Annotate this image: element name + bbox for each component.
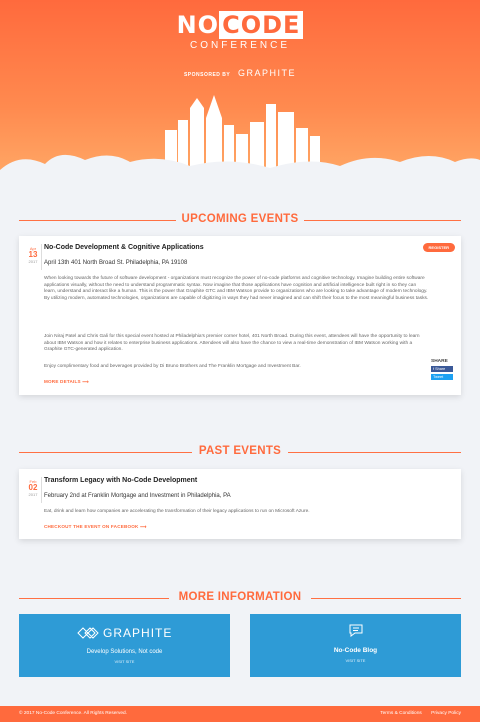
event-description: Eat, drink and learn how companies are a…: [44, 509, 310, 514]
share-widget: SHARE f Share Tweet: [431, 359, 453, 380]
event-location: April 13th 401 North Broad St. Philadelp…: [44, 260, 188, 266]
conference-logo[interactable]: NO CODE CONFERENCE: [0, 11, 480, 51]
blog-info-card[interactable]: No-Code Blog VISIT SITE: [250, 614, 461, 677]
sponsor-line: SPONSORED BY GRAPHITE: [0, 68, 480, 78]
graphite-logo-icon: [76, 627, 99, 639]
event-description: Join Niraj Patel and Chris Gali for this…: [44, 334, 420, 353]
event-date: Apr 13 2017: [28, 246, 38, 264]
event-title[interactable]: Transform Legacy with No-Code Developmen…: [44, 477, 197, 484]
upcoming-event-card: Apr 13 2017 No-Code Development & Cognit…: [19, 236, 461, 395]
copyright: © 2017 No-Code Conference. All Rights Re…: [19, 711, 128, 716]
privacy-link[interactable]: Privacy Policy: [431, 711, 461, 716]
date-divider: [41, 477, 42, 503]
past-event-card: Feb 02 2017 Transform Legacy with No-Cod…: [19, 469, 461, 539]
footer: © 2017 No-Code Conference. All Rights Re…: [0, 706, 480, 722]
event-location: February 2nd at Franklin Mortgage and In…: [44, 493, 231, 499]
hero-banner: NO CODE CONFERENCE SPONSORED BY GRAPHITE: [0, 0, 480, 178]
upcoming-events-heading: UPCOMING EVENTS: [0, 212, 480, 228]
logo-subtitle: CONFERENCE: [189, 40, 290, 51]
visit-site-link[interactable]: VISIT SITE: [250, 658, 461, 663]
city-skyline-illustration: [0, 95, 480, 178]
logo-code: CODE: [219, 11, 304, 39]
more-details-link[interactable]: MORE DETAILS ⟶: [44, 379, 89, 385]
visit-site-link[interactable]: VISIT SITE: [19, 659, 230, 664]
register-button[interactable]: REGISTER: [422, 243, 455, 252]
event-title[interactable]: No-Code Development & Cognitive Applicat…: [44, 244, 204, 251]
graphite-info-card[interactable]: GRAPHITE Develop Solutions, Not code VIS…: [19, 614, 230, 677]
share-label: SHARE: [431, 359, 448, 364]
terms-link[interactable]: Terms & Conditions: [380, 711, 422, 716]
sponsored-by-label: SPONSORED BY: [183, 72, 231, 78]
facebook-event-link[interactable]: CHECKOUT THE EVENT ON FACEBOOK ⟶: [44, 524, 147, 530]
chat-bubble-icon: [349, 624, 362, 637]
blog-title: No-Code Blog: [333, 647, 378, 654]
sponsor-logo[interactable]: GRAPHITE: [238, 68, 296, 78]
event-description: Enjoy complimentary food and beverages p…: [44, 364, 301, 369]
tweet-button[interactable]: Tweet: [431, 374, 453, 380]
date-divider: [41, 244, 42, 270]
graphite-tagline: Develop Solutions, Not code: [86, 649, 163, 655]
event-date: Feb 02 2017: [28, 479, 38, 497]
more-information-heading: MORE INFORMATION: [0, 590, 480, 606]
facebook-share-button[interactable]: f Share: [431, 366, 453, 372]
past-events-heading: PAST EVENTS: [0, 444, 480, 460]
graphite-brand: GRAPHITE: [103, 626, 173, 640]
event-description: When looking towards the future of softw…: [44, 276, 429, 301]
logo-no: NO: [176, 11, 220, 39]
